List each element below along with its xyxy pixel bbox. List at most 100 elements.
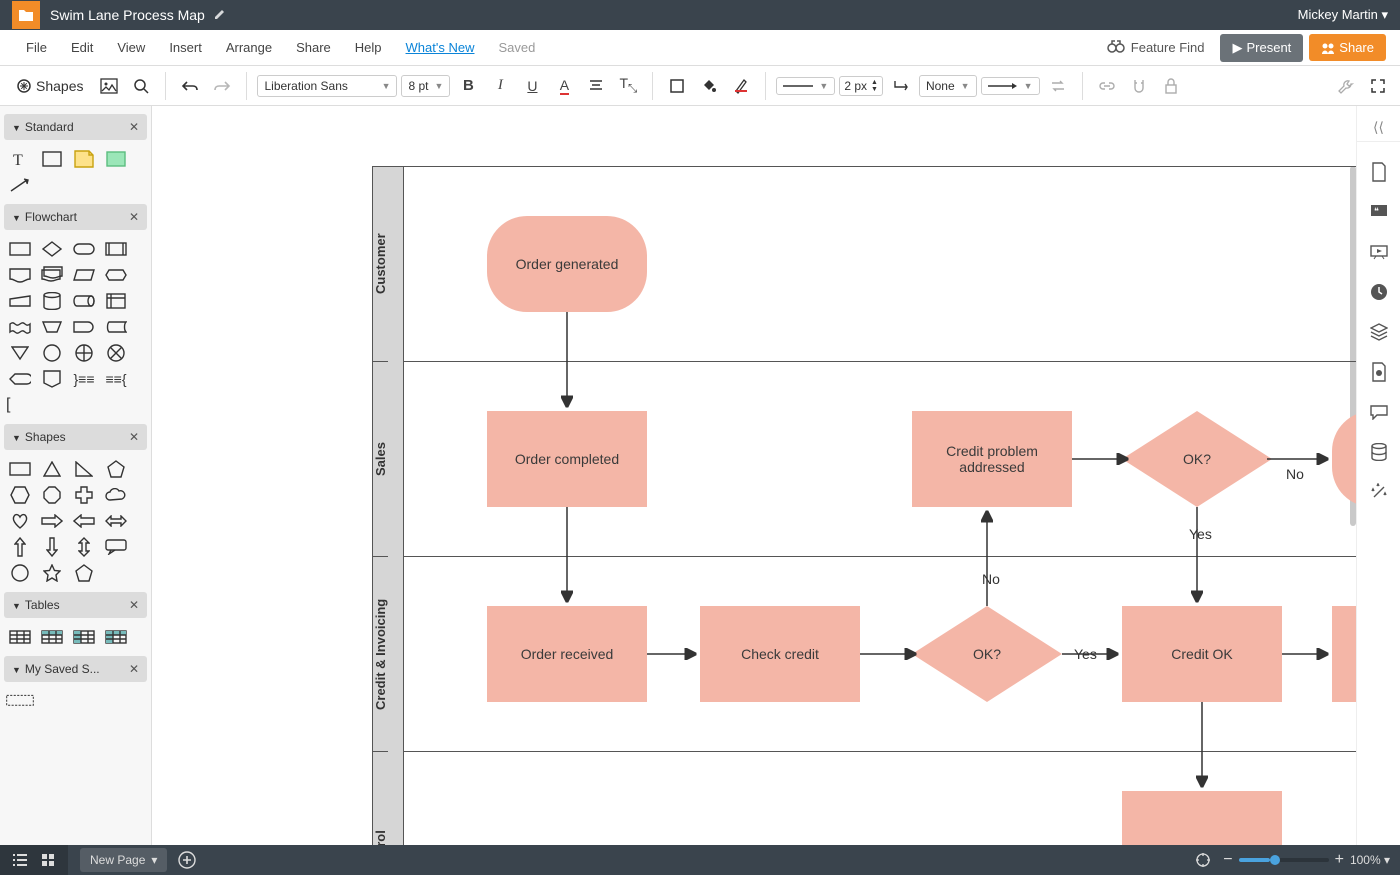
list-view-icon[interactable] [6, 846, 34, 874]
redo-button[interactable] [208, 72, 236, 100]
zoom-level[interactable]: 100% ▾ [1350, 853, 1390, 867]
node-ok-2[interactable]: OK? [912, 606, 1062, 702]
fc-direct-data[interactable] [70, 290, 98, 312]
swap-ends-button[interactable] [1044, 72, 1072, 100]
panel-standard[interactable]: ▼Standard✕ [4, 114, 147, 140]
rail-data-icon[interactable] [1363, 434, 1395, 470]
fc-predefined[interactable] [102, 238, 130, 260]
fc-brace-left[interactable]: ≡≡{ [102, 368, 130, 390]
font-size-select[interactable]: 8 pt▼ [401, 75, 450, 97]
rail-comment-icon[interactable]: ❝ [1363, 194, 1395, 230]
fc-bracket[interactable]: [ [6, 394, 34, 416]
wrench-button[interactable] [1332, 72, 1360, 100]
magnet-button[interactable] [1125, 72, 1153, 100]
panel-flowchart[interactable]: ▼Flowchart✕ [4, 204, 147, 230]
document-title[interactable]: Swim Lane Process Map [50, 7, 205, 23]
underline-button[interactable]: U [518, 72, 546, 100]
italic-button[interactable]: I [486, 72, 514, 100]
feature-find[interactable]: Feature Find [1097, 35, 1215, 60]
sh-arrow-down[interactable] [38, 536, 66, 558]
font-family-select[interactable]: Liberation Sans▼ [257, 75, 397, 97]
shapes-button[interactable]: Shapes [8, 74, 91, 98]
border-color-button[interactable] [663, 72, 691, 100]
panel-tables[interactable]: ▼Tables✕ [4, 592, 147, 618]
sh-rect[interactable] [6, 458, 34, 480]
folder-icon[interactable] [12, 1, 40, 29]
sh-heart[interactable] [6, 510, 34, 532]
rail-wand-icon[interactable] [1363, 474, 1395, 510]
fullscreen-button[interactable] [1364, 72, 1392, 100]
sh-callout[interactable] [102, 536, 130, 558]
fc-display[interactable] [6, 368, 34, 390]
page-tab[interactable]: New Page ▾ [80, 848, 167, 872]
shape-block[interactable] [102, 148, 130, 170]
line-style-select[interactable]: ▼ [776, 77, 835, 95]
fc-preparation[interactable] [102, 264, 130, 286]
share-button[interactable]: Share [1309, 34, 1386, 61]
search-button[interactable] [127, 72, 155, 100]
collapse-rail[interactable]: ⟨⟨ [1357, 114, 1400, 142]
close-icon[interactable]: ✕ [129, 120, 139, 134]
fc-database[interactable] [38, 290, 66, 312]
lane-control[interactable]: ontrol [373, 752, 388, 845]
panel-shapes[interactable]: ▼Shapes✕ [4, 424, 147, 450]
align-button[interactable] [582, 72, 610, 100]
shape-note[interactable] [70, 148, 98, 170]
fc-manual-input[interactable] [6, 290, 34, 312]
link-button[interactable] [1093, 72, 1121, 100]
lane-sales[interactable]: Sales [373, 362, 388, 557]
sh-triangle[interactable] [38, 458, 66, 480]
fc-offpage[interactable] [38, 368, 66, 390]
lane-credit-invoicing[interactable]: Credit & Invoicing [373, 557, 388, 752]
table-1[interactable] [6, 626, 34, 648]
shape-style-button[interactable] [727, 72, 755, 100]
sh-poly[interactable] [70, 562, 98, 584]
sh-circle[interactable] [6, 562, 34, 584]
fc-manual-op[interactable] [38, 316, 66, 338]
sh-octagon[interactable] [38, 484, 66, 506]
rail-chat-icon[interactable] [1363, 394, 1395, 430]
menu-file[interactable]: File [14, 32, 59, 63]
line-shape-button[interactable] [887, 72, 915, 100]
bold-button[interactable]: B [454, 72, 482, 100]
menu-whats-new[interactable]: What's New [394, 32, 487, 63]
node-order-received[interactable]: Order received [487, 606, 647, 702]
shape-text[interactable]: T [6, 148, 34, 170]
fc-data-io[interactable] [70, 264, 98, 286]
menu-view[interactable]: View [105, 32, 157, 63]
image-button[interactable] [95, 72, 123, 100]
fc-process[interactable] [6, 238, 34, 260]
rename-icon[interactable] [213, 7, 227, 24]
line-start-select[interactable]: None▼ [919, 75, 977, 97]
menu-arrange[interactable]: Arrange [214, 32, 284, 63]
canvas[interactable]: Customer Sales Credit & Invoicing ontrol… [152, 106, 1356, 845]
text-options-button[interactable]: T⤡ [614, 72, 642, 100]
text-color-button[interactable]: A [550, 72, 578, 100]
fc-paper-tape[interactable] [6, 316, 34, 338]
sh-cloud[interactable] [102, 484, 130, 506]
node-check-credit[interactable]: Check credit [700, 606, 860, 702]
sh-star[interactable] [38, 562, 66, 584]
fc-merge[interactable] [6, 342, 34, 364]
fc-terminator[interactable] [70, 238, 98, 260]
node-invoice-prepared[interactable]: Invoice prepared [1332, 606, 1356, 702]
sh-cross[interactable] [70, 484, 98, 506]
fc-connector[interactable] [38, 342, 66, 364]
sh-right-tri[interactable] [70, 458, 98, 480]
present-button[interactable]: ▶ Present [1220, 34, 1303, 62]
shape-rect[interactable] [38, 148, 66, 170]
fc-document[interactable] [6, 264, 34, 286]
node-order-completed[interactable]: Order completed [487, 411, 647, 507]
lock-button[interactable] [1157, 72, 1185, 100]
sh-arrow-up[interactable] [6, 536, 34, 558]
node-next-1[interactable] [1122, 791, 1282, 845]
close-icon[interactable]: ✕ [129, 210, 139, 224]
sh-hexagon[interactable] [6, 484, 34, 506]
sh-arrow-both-v[interactable] [70, 536, 98, 558]
fc-stored-data[interactable] [102, 316, 130, 338]
zoom-out[interactable]: − [1223, 851, 1232, 869]
line-end-select[interactable]: ▼ [981, 77, 1040, 95]
fc-decision[interactable] [38, 238, 66, 260]
fc-delay[interactable] [70, 316, 98, 338]
rail-present-icon[interactable] [1363, 234, 1395, 270]
